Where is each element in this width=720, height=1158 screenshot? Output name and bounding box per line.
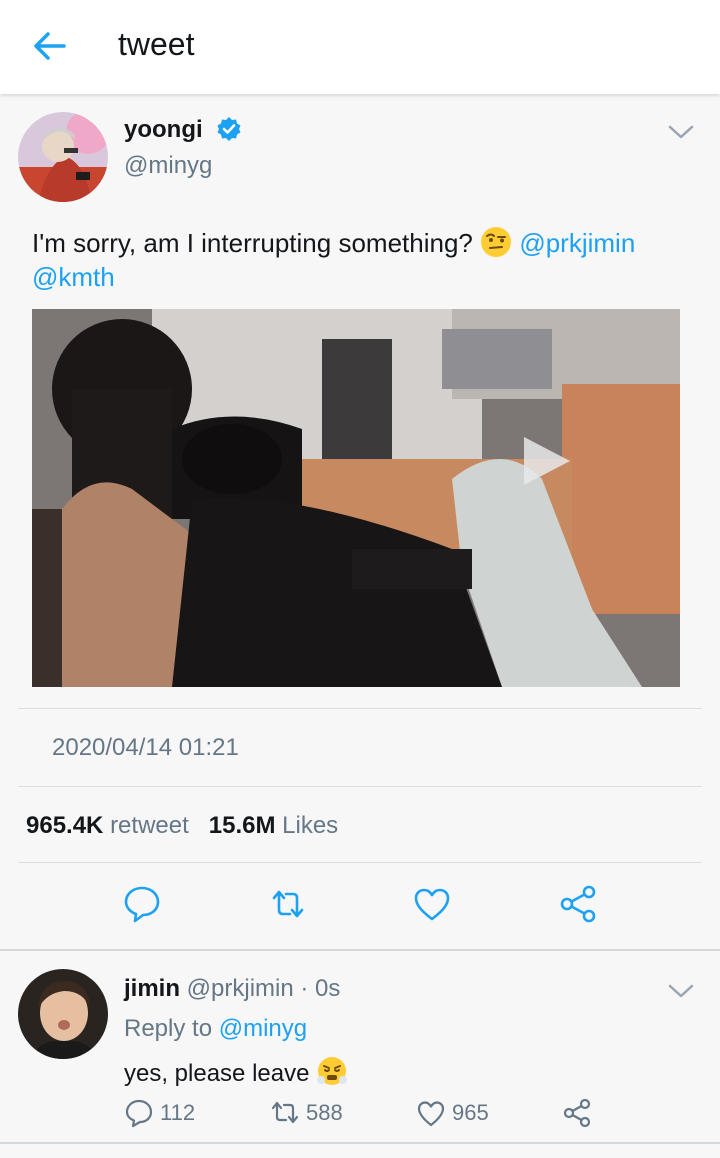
divider	[0, 1142, 720, 1144]
reply-author-name[interactable]: jimin	[124, 975, 180, 1002]
app-header: tweet	[0, 0, 720, 94]
retweet-action[interactable]: 588	[270, 1097, 343, 1129]
reply-icon[interactable]	[122, 884, 162, 924]
author-name[interactable]: yoongi	[124, 116, 203, 144]
retweet-icon[interactable]	[268, 884, 308, 924]
reply-author-meta: @prkjimin · 0s	[180, 975, 341, 1002]
main-tweet: yoongi @minyg I'm sorry, am I interrupti…	[0, 94, 720, 949]
retweet-label[interactable]: retweet	[110, 812, 189, 839]
retweet-count[interactable]: 965.4K	[26, 812, 103, 839]
divider	[18, 786, 702, 787]
tweet-body: I'm sorry, am I interrupting something?	[32, 228, 481, 258]
verified-icon	[217, 117, 241, 141]
like-icon[interactable]	[412, 884, 452, 924]
divider	[18, 708, 702, 709]
tweet-stats: 965.4K retweet 15.6M Likes	[26, 812, 338, 840]
raised-eyebrow-emoji-icon	[481, 227, 512, 257]
steam-from-nose-emoji-icon	[317, 1057, 348, 1085]
reply-to-line: Reply to @minyg	[124, 1015, 307, 1043]
chevron-down-icon[interactable]	[666, 981, 696, 1001]
like-count: 965	[452, 1100, 489, 1125]
mention-prkjimin[interactable]: @prkjimin	[519, 228, 635, 258]
like-label[interactable]: Likes	[282, 812, 338, 839]
reply-to-mention[interactable]: @minyg	[219, 1015, 307, 1042]
retweet-count: 588	[306, 1100, 343, 1125]
back-arrow-icon	[34, 32, 66, 60]
author-handle[interactable]: @minyg	[124, 152, 212, 180]
page-title: tweet	[118, 26, 195, 62]
reply-count: 112	[160, 1100, 196, 1125]
reply-header: jimin @prkjimin · 0s	[124, 975, 340, 1003]
reply-tweet[interactable]: jimin @prkjimin · 0s Reply to @minyg yes…	[0, 951, 720, 1143]
reply-icon	[125, 1099, 153, 1128]
tweet-text: I'm sorry, am I interrupting something? …	[32, 226, 692, 294]
tweet-timestamp: 2020/04/14 01:21	[52, 734, 239, 761]
mention-kmth[interactable]: @kmth	[32, 262, 115, 292]
retweet-icon	[271, 1101, 299, 1124]
reply-to-prefix: Reply to	[124, 1015, 219, 1042]
like-count[interactable]: 15.6M	[209, 812, 276, 839]
back-button[interactable]	[30, 28, 70, 64]
tweet-video[interactable]	[32, 309, 680, 687]
avatar[interactable]	[18, 112, 108, 202]
like-icon	[417, 1101, 445, 1127]
share-icon	[563, 1098, 591, 1128]
like-action[interactable]: 965	[416, 1097, 489, 1129]
reply-avatar[interactable]	[18, 969, 108, 1059]
share-action[interactable]	[562, 1097, 592, 1129]
reply-text: yes, please leave	[124, 1055, 348, 1088]
reply-action[interactable]: 112	[124, 1097, 195, 1129]
share-icon[interactable]	[558, 884, 598, 924]
reply-body: yes, please leave	[124, 1060, 310, 1087]
divider	[18, 862, 702, 863]
chevron-down-icon[interactable]	[666, 122, 696, 142]
